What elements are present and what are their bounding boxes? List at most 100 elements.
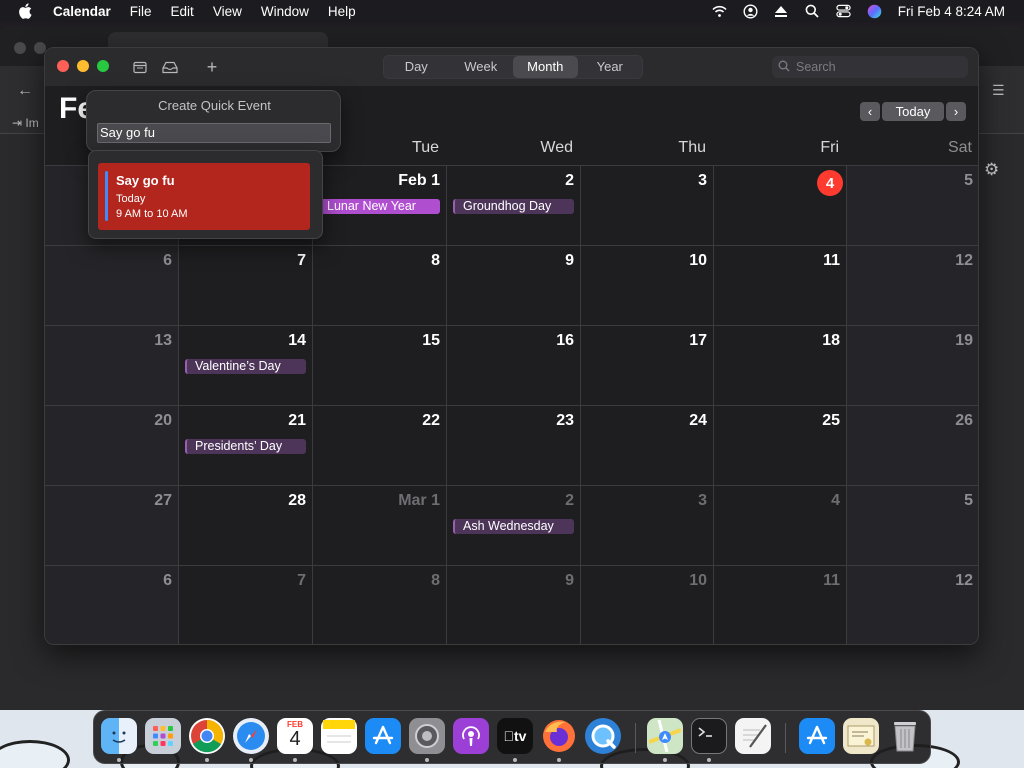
spotlight-search-icon[interactable]: [805, 4, 820, 19]
menu-app-name[interactable]: Calendar: [53, 4, 111, 19]
view-month-tab[interactable]: Month: [513, 56, 578, 78]
view-day-tab[interactable]: Day: [384, 56, 449, 78]
finder-icon[interactable]: [101, 718, 137, 754]
day-cell[interactable]: Feb 1 Lunar New Year: [313, 166, 447, 246]
day-cell[interactable]: 10: [581, 566, 714, 644]
day-cell[interactable]: 4: [714, 166, 847, 246]
search-field[interactable]: Search: [772, 56, 968, 78]
day-cell[interactable]: 23: [447, 406, 581, 486]
terminal-icon[interactable]: [691, 718, 727, 754]
safari-icon[interactable]: [233, 718, 269, 754]
day-cell[interactable]: 9: [447, 566, 581, 644]
day-cell[interactable]: 7: [179, 566, 313, 644]
calendar-event[interactable]: Valentine’s Day: [185, 359, 306, 374]
day-cell[interactable]: 10: [581, 246, 714, 326]
add-event-icon[interactable]: +: [203, 57, 221, 77]
podcasts-icon[interactable]: [453, 718, 489, 754]
day-cell[interactable]: 2 Groundhog Day: [447, 166, 581, 246]
menu-help[interactable]: Help: [328, 4, 356, 19]
day-cell[interactable]: 4: [714, 486, 847, 566]
calendar-icon[interactable]: FEB 4: [277, 718, 313, 754]
day-cell[interactable]: 8: [313, 246, 447, 326]
day-cell[interactable]: 16: [447, 326, 581, 406]
day-cell[interactable]: 15: [313, 326, 447, 406]
app-store-icon[interactable]: [365, 718, 401, 754]
view-week-tab[interactable]: Week: [449, 56, 514, 78]
menu-bar-clock[interactable]: Fri Feb 4 8:24 AM: [898, 4, 1005, 19]
next-month-button[interactable]: ›: [946, 102, 966, 121]
back-arrow-icon[interactable]: ←: [17, 82, 33, 100]
minimize-window-button[interactable]: [77, 60, 89, 72]
day-cell[interactable]: 7: [179, 246, 313, 326]
day-cell[interactable]: 24: [581, 406, 714, 486]
gear-icon[interactable]: ⚙: [984, 160, 1002, 179]
day-cell[interactable]: 3: [581, 166, 714, 246]
control-center-icon[interactable]: [836, 4, 851, 19]
day-cell[interactable]: 8: [313, 566, 447, 644]
user-account-icon[interactable]: [743, 3, 758, 19]
day-cell[interactable]: 12: [847, 566, 978, 644]
day-cell[interactable]: 21 Presidents’ Day: [179, 406, 313, 486]
notes-icon[interactable]: [321, 718, 357, 754]
day-cell[interactable]: 6: [45, 246, 179, 326]
day-cell[interactable]: 20: [45, 406, 179, 486]
eject-icon[interactable]: [774, 4, 789, 19]
menu-file[interactable]: File: [130, 4, 152, 19]
calendar-event[interactable]: Ash Wednesday: [453, 519, 574, 534]
today-button[interactable]: Today: [882, 102, 944, 121]
quick-event-input[interactable]: Say go fu: [97, 123, 331, 143]
day-cell[interactable]: 6: [45, 566, 179, 644]
wifi-icon[interactable]: [712, 4, 727, 19]
siri-icon[interactable]: [867, 4, 882, 19]
app-store-folder-icon[interactable]: [799, 718, 835, 754]
browser-close-dot[interactable]: [14, 42, 26, 54]
day-cell[interactable]: 25: [714, 406, 847, 486]
import-button[interactable]: ⇥ Im: [12, 116, 39, 130]
textedit-icon[interactable]: [735, 718, 771, 754]
day-cell[interactable]: 3: [581, 486, 714, 566]
day-cell[interactable]: 27: [45, 486, 179, 566]
day-cell[interactable]: 26: [847, 406, 978, 486]
day-cell[interactable]: 18: [714, 326, 847, 406]
day-cell[interactable]: 9: [447, 246, 581, 326]
day-cell[interactable]: 19: [847, 326, 978, 406]
maps-icon[interactable]: [647, 718, 683, 754]
menu-window[interactable]: Window: [261, 4, 309, 19]
day-cell[interactable]: 11: [714, 566, 847, 644]
apple-logo-icon[interactable]: [18, 3, 32, 19]
calendar-event[interactable]: Groundhog Day: [453, 199, 574, 214]
day-cell[interactable]: 28: [179, 486, 313, 566]
close-window-button[interactable]: [57, 60, 69, 72]
previous-month-button[interactable]: ‹: [860, 102, 880, 121]
quicktime-icon[interactable]: [585, 718, 621, 754]
hamburger-menu-icon[interactable]: ☰: [992, 82, 1006, 98]
day-cell[interactable]: 17: [581, 326, 714, 406]
day-number: 10: [689, 572, 707, 589]
zoom-window-button[interactable]: [97, 60, 109, 72]
day-cell[interactable]: 5: [847, 166, 978, 246]
menu-view[interactable]: View: [213, 4, 242, 19]
trash-icon[interactable]: [887, 718, 923, 754]
day-cell[interactable]: 13: [45, 326, 179, 406]
certificate-icon[interactable]: [843, 718, 879, 754]
day-cell[interactable]: 14 Valentine’s Day: [179, 326, 313, 406]
inbox-icon[interactable]: [161, 58, 179, 76]
day-cell[interactable]: 11: [714, 246, 847, 326]
day-cell[interactable]: 2 Ash Wednesday: [447, 486, 581, 566]
day-cell[interactable]: 5: [847, 486, 978, 566]
firefox-icon[interactable]: [541, 718, 577, 754]
day-cell[interactable]: 22: [313, 406, 447, 486]
calendar-event[interactable]: Presidents’ Day: [185, 439, 306, 454]
launchpad-icon[interactable]: [145, 718, 181, 754]
apple-tv-icon[interactable]: tv: [497, 718, 533, 754]
system-preferences-icon[interactable]: [409, 718, 445, 754]
quick-event-suggestion[interactable]: Say go fu Today 9 AM to 10 AM: [98, 163, 310, 230]
calendars-list-icon[interactable]: [131, 58, 149, 76]
menu-edit[interactable]: Edit: [171, 4, 194, 19]
view-year-tab[interactable]: Year: [578, 56, 643, 78]
day-cell[interactable]: Mar 1: [313, 486, 447, 566]
apple-tv-label: tv: [504, 728, 527, 744]
calendar-event[interactable]: Lunar New Year: [319, 199, 440, 214]
chrome-icon[interactable]: [189, 718, 225, 754]
day-cell[interactable]: 12: [847, 246, 978, 326]
